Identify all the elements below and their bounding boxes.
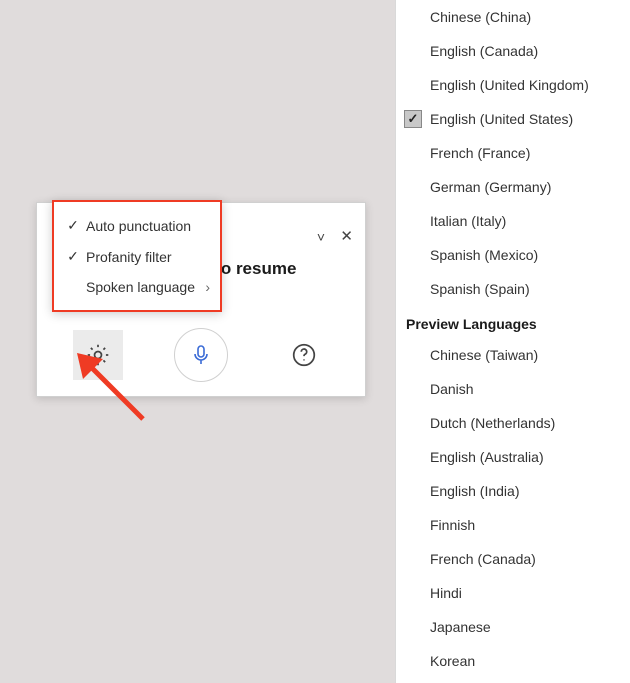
language-label: French (France) xyxy=(430,145,530,161)
language-option[interactable]: English (Australia) xyxy=(396,440,630,474)
checkbox-icon xyxy=(404,346,422,364)
checkbox-icon xyxy=(404,144,422,162)
language-option[interactable]: French (Canada) xyxy=(396,542,630,576)
language-option[interactable]: Finnish xyxy=(396,508,630,542)
help-button[interactable] xyxy=(279,330,329,380)
checkbox-icon xyxy=(404,380,422,398)
language-label: Korean xyxy=(430,653,475,669)
checkbox-icon xyxy=(404,618,422,636)
language-option[interactable]: English (Canada) xyxy=(396,34,630,68)
checkbox-icon xyxy=(404,246,422,264)
language-option[interactable]: German (Germany) xyxy=(396,170,630,204)
language-option-selected[interactable]: English (United States) xyxy=(396,102,630,136)
language-option[interactable]: Korean xyxy=(396,644,630,678)
language-option[interactable]: English (United Kingdom) xyxy=(396,68,630,102)
language-label: Dutch (Netherlands) xyxy=(430,415,555,431)
language-option[interactable]: English (India) xyxy=(396,474,630,508)
settings-menu: ✓ Auto punctuation ✓ Profanity filter Sp… xyxy=(52,200,222,312)
language-label: English (Australia) xyxy=(430,449,544,465)
menu-item-spoken-language[interactable]: Spoken language › xyxy=(54,272,220,302)
microphone-button[interactable] xyxy=(174,328,228,382)
checkbox-icon xyxy=(404,8,422,26)
checkmark-icon: ✓ xyxy=(64,248,82,265)
language-label: German (Germany) xyxy=(430,179,551,195)
help-icon xyxy=(291,342,317,368)
language-label: Chinese (Taiwan) xyxy=(430,347,538,363)
collapse-icon[interactable]: ˅ xyxy=(317,229,325,245)
menu-item-profanity-filter[interactable]: ✓ Profanity filter xyxy=(54,241,220,272)
language-option[interactable]: French (France) xyxy=(396,136,630,170)
language-panel: Chinese (China) English (Canada) English… xyxy=(395,0,630,683)
checkbox-icon xyxy=(404,516,422,534)
language-option[interactable]: Dutch (Netherlands) xyxy=(396,406,630,440)
language-label: Japanese xyxy=(430,619,491,635)
checkbox-icon xyxy=(404,482,422,500)
menu-item-label: Profanity filter xyxy=(86,249,210,265)
language-label: Finnish xyxy=(430,517,475,533)
language-option[interactable]: Italian (Italy) xyxy=(396,204,630,238)
checkbox-icon xyxy=(404,212,422,230)
language-label: Danish xyxy=(430,381,474,397)
language-label: Spanish (Spain) xyxy=(430,281,530,297)
dictation-toolbar xyxy=(37,328,365,382)
checkbox-checked-icon xyxy=(404,110,422,128)
language-option[interactable]: Hindi xyxy=(396,576,630,610)
checkbox-icon xyxy=(404,76,422,94)
language-option[interactable]: Japanese xyxy=(396,610,630,644)
language-option[interactable]: Chinese (China) xyxy=(396,0,630,34)
checkbox-icon xyxy=(404,448,422,466)
microphone-icon xyxy=(189,343,213,367)
language-label: Hindi xyxy=(430,585,462,601)
checkbox-icon xyxy=(404,414,422,432)
language-label: Italian (Italy) xyxy=(430,213,506,229)
language-option[interactable]: Danish xyxy=(396,372,630,406)
language-scroll[interactable]: Chinese (China) English (Canada) English… xyxy=(396,0,630,683)
close-icon[interactable]: ✕ xyxy=(340,227,353,245)
checkbox-icon xyxy=(404,280,422,298)
checkbox-icon xyxy=(404,652,422,670)
checkbox-icon xyxy=(404,42,422,60)
checkbox-icon xyxy=(404,584,422,602)
chevron-right-icon: › xyxy=(205,279,210,295)
language-option[interactable]: Spanish (Mexico) xyxy=(396,238,630,272)
preview-languages-header: Preview Languages xyxy=(396,306,630,338)
menu-item-label: Auto punctuation xyxy=(86,218,210,234)
language-label: Chinese (China) xyxy=(430,9,531,25)
language-option[interactable]: Chinese (Taiwan) xyxy=(396,338,630,372)
settings-button[interactable] xyxy=(73,330,123,380)
menu-item-auto-punctuation[interactable]: ✓ Auto punctuation xyxy=(54,210,220,241)
language-label: French (Canada) xyxy=(430,551,536,567)
language-label: English (United States) xyxy=(430,111,573,127)
language-option[interactable]: Spanish (Spain) xyxy=(396,272,630,306)
language-label: English (United Kingdom) xyxy=(430,77,589,93)
language-label: Spanish (Mexico) xyxy=(430,247,538,263)
checkbox-icon xyxy=(404,550,422,568)
language-label: English (Canada) xyxy=(430,43,538,59)
gear-icon xyxy=(85,342,111,368)
menu-item-label: Spoken language xyxy=(86,279,205,295)
language-label: English (India) xyxy=(430,483,520,499)
checkbox-icon xyxy=(404,178,422,196)
checkmark-icon: ✓ xyxy=(64,217,82,234)
